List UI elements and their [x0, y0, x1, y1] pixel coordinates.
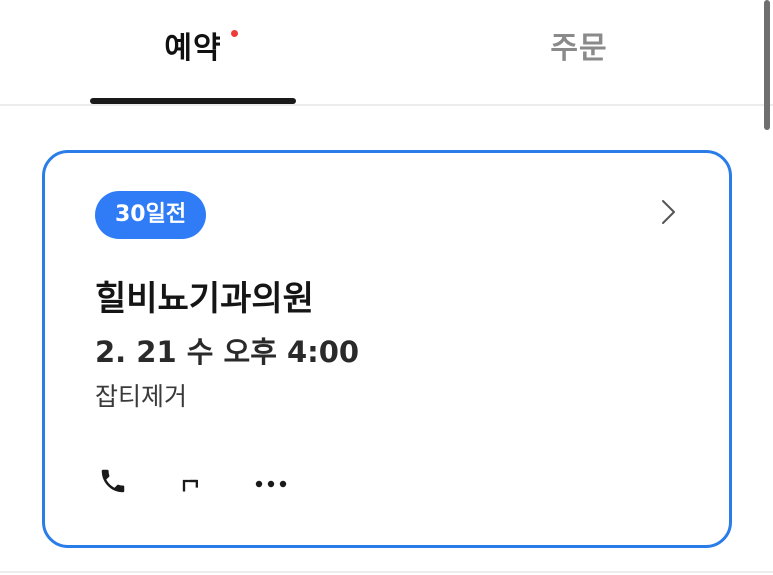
- reservations-page: 예약 주문 30일전 힐비뇨기과의원 2. 21 수 오후 4:00 잡티제거: [0, 0, 773, 575]
- tab-order-label: 주문: [550, 31, 608, 66]
- tab-reservation[interactable]: 예약: [90, 0, 296, 106]
- clinic-name: 힐비뇨기과의원: [95, 279, 314, 319]
- directions-button[interactable]: [171, 461, 211, 505]
- chevron-right-icon[interactable]: [659, 199, 677, 225]
- divider: [0, 571, 773, 573]
- more-options-button[interactable]: [251, 461, 291, 505]
- reservation-card[interactable]: 30일전 힐비뇨기과의원 2. 21 수 오후 4:00 잡티제거: [42, 150, 732, 548]
- tab-bar: 예약 주문: [0, 0, 773, 106]
- notification-dot: [231, 30, 238, 37]
- call-button[interactable]: [93, 461, 133, 505]
- scrollbar[interactable]: [764, 0, 770, 130]
- phone-icon: [98, 466, 128, 500]
- tab-reservation-label: 예약: [164, 31, 222, 66]
- appointment-service: 잡티제거: [95, 382, 188, 411]
- appointment-datetime: 2. 21 수 오후 4:00: [95, 335, 360, 369]
- days-until-badge: 30일전: [95, 191, 207, 239]
- active-tab-indicator: [90, 98, 296, 104]
- tab-order[interactable]: 주문: [476, 0, 682, 106]
- turn-right-arrow-icon: [177, 467, 205, 499]
- more-horizontal-icon: [254, 474, 288, 493]
